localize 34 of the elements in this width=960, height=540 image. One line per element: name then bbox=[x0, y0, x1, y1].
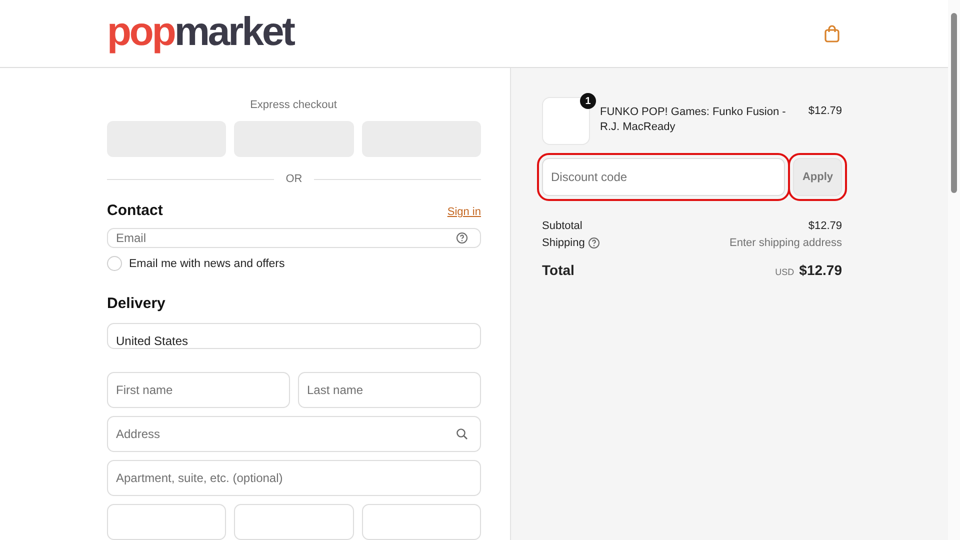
text-field[interactable] bbox=[107, 504, 226, 540]
scrollbar-thumb[interactable] bbox=[951, 13, 957, 193]
help-icon bbox=[588, 237, 600, 249]
total-value: $12.79 bbox=[799, 262, 842, 278]
address-field[interactable]: Address bbox=[107, 416, 481, 452]
express-checkout-label: Express checkout bbox=[249, 99, 338, 111]
newsletter-label: Email me with news and offers bbox=[129, 258, 285, 270]
search-icon bbox=[456, 428, 468, 440]
shipping-value: Enter shipping address bbox=[729, 237, 842, 249]
email-field[interactable]: Email bbox=[107, 228, 481, 248]
help-icon bbox=[456, 232, 468, 244]
shopping-bag-icon[interactable] bbox=[824, 24, 840, 42]
checkbox[interactable] bbox=[107, 256, 122, 271]
delivery-heading: Delivery bbox=[107, 295, 166, 312]
contact-heading: Contact bbox=[107, 202, 163, 219]
subtotal-label: Subtotal bbox=[542, 220, 582, 232]
currency-code: USD bbox=[775, 267, 794, 277]
shipping-label: Shipping bbox=[542, 237, 585, 249]
quantity-badge: 1 bbox=[580, 93, 596, 109]
total-label: Total bbox=[542, 262, 574, 278]
or-divider-label: OR bbox=[286, 173, 302, 185]
subtotal-value: $12.79 bbox=[808, 220, 842, 232]
text-field[interactable]: First name bbox=[107, 372, 290, 408]
scrollbar[interactable] bbox=[948, 0, 960, 540]
product-name: FUNKO POP! Games: Funko Fusion - R.J. MacReady bbox=[600, 105, 787, 135]
text-field[interactable] bbox=[234, 504, 354, 540]
country-select[interactable]: United States bbox=[107, 323, 481, 349]
text-field[interactable]: Last name bbox=[298, 372, 481, 408]
text-field[interactable]: Apartment, suite, etc. (optional) bbox=[107, 460, 481, 496]
logo[interactable]: popmarket bbox=[107, 10, 294, 55]
text-field[interactable] bbox=[362, 504, 481, 540]
sign-in-link[interactable]: Sign in bbox=[447, 206, 481, 218]
product-price: $12.79 bbox=[808, 105, 842, 117]
photo-placeholder bbox=[542, 97, 590, 145]
